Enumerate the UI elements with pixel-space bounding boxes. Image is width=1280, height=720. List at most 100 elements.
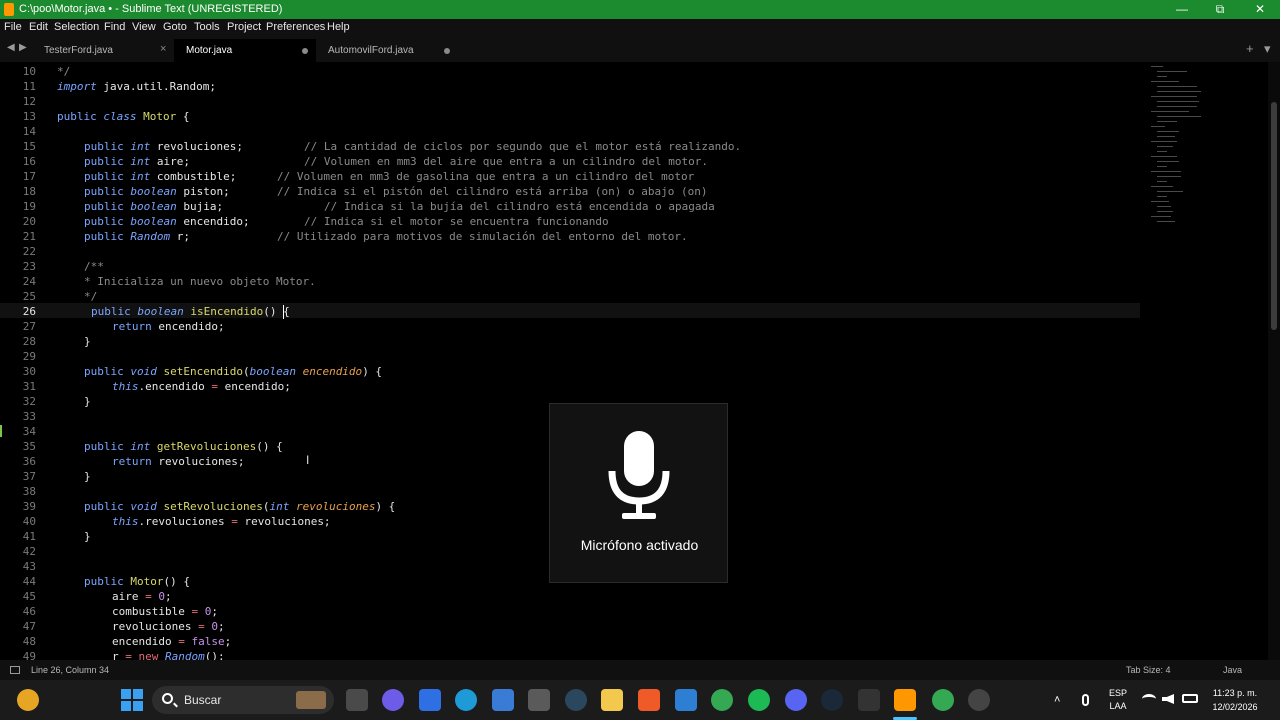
code-line: public boolean piston;: [84, 184, 230, 199]
clock-date[interactable]: 12/02/2026: [1205, 702, 1265, 712]
file-explorer-icon[interactable]: [601, 689, 623, 711]
language-code[interactable]: ESP: [1108, 688, 1128, 698]
discord-icon[interactable]: [785, 689, 807, 711]
tab-size[interactable]: Tab Size: 4: [1126, 665, 1171, 675]
menu-selection[interactable]: Selection: [54, 21, 99, 33]
terminal-icon[interactable]: [858, 689, 880, 711]
brave-icon[interactable]: [638, 689, 660, 711]
function-name: setEncendido: [156, 365, 243, 378]
minimap-line: [1157, 151, 1167, 152]
settings-app-icon[interactable]: [528, 689, 550, 711]
syntax-mode[interactable]: Java: [1223, 665, 1242, 675]
keyword: public: [84, 365, 124, 378]
tab-back-icon[interactable]: ◀: [7, 42, 15, 53]
menu-file[interactable]: File: [4, 21, 22, 33]
keyword: public: [84, 230, 124, 243]
keyword: class: [96, 110, 137, 123]
code-line: public Motor() {: [84, 574, 190, 589]
panel-toggle-icon[interactable]: [10, 666, 20, 674]
spotify-icon[interactable]: [748, 689, 770, 711]
edge-icon[interactable]: [455, 689, 477, 711]
copilot-icon[interactable]: [382, 689, 404, 711]
task-view-icon[interactable]: [346, 689, 368, 711]
store-icon[interactable]: [492, 689, 514, 711]
minimap-line: [1157, 101, 1199, 102]
minimap-line: [1157, 191, 1183, 192]
line-number: 44: [22, 575, 36, 588]
close-window-button[interactable]: ✕: [1240, 0, 1280, 19]
code-text: .revoluciones: [138, 515, 225, 528]
menu-goto[interactable]: Goto: [163, 21, 187, 33]
menu-project[interactable]: Project: [227, 21, 261, 33]
microphone-tray-icon[interactable]: [1082, 694, 1089, 706]
keyword: return: [112, 455, 152, 468]
tab-menu-icon[interactable]: ▾: [1264, 41, 1271, 57]
code-line: encendido = false;: [112, 634, 231, 649]
maximize-button[interactable]: ⧉: [1200, 0, 1240, 19]
line-number: 45: [22, 590, 36, 603]
tab-testerford[interactable]: TesterFord.java ×: [32, 39, 174, 62]
clock-time[interactable]: 11:23 p. m.: [1205, 688, 1265, 698]
keyword: this: [112, 515, 139, 528]
minimize-button[interactable]: —: [1162, 0, 1202, 19]
volume-icon[interactable]: [1162, 694, 1174, 704]
minimap-line: [1157, 176, 1181, 177]
menu-find[interactable]: Find: [104, 21, 125, 33]
tab-forward-icon[interactable]: ▶: [19, 42, 27, 53]
battery-icon[interactable]: [1182, 694, 1198, 703]
code-text: aire;: [150, 155, 190, 168]
language-layout[interactable]: LAA: [1108, 701, 1128, 711]
code-text: piston;: [176, 185, 230, 198]
line-number: 36: [22, 455, 36, 468]
menu-view[interactable]: View: [132, 21, 156, 33]
steam-app-icon[interactable]: [821, 689, 843, 711]
menu-edit[interactable]: Edit: [29, 21, 48, 33]
minimap[interactable]: [1145, 62, 1245, 232]
minimap-line: [1157, 86, 1197, 87]
tray-chevron-icon[interactable]: ˄: [1054, 694, 1060, 706]
chrome-profile-icon[interactable]: [932, 689, 954, 711]
keyword: public: [84, 170, 124, 183]
close-tab-icon[interactable]: ×: [160, 43, 166, 55]
line-number: 21: [22, 230, 36, 243]
line-number: 28: [22, 335, 36, 348]
code-comment: // Indica si el pistón del cilindro está…: [277, 185, 708, 198]
new-tab-icon[interactable]: +: [1246, 41, 1254, 56]
code-text: encendido;: [176, 215, 250, 228]
minimap-line: [1157, 131, 1179, 132]
vertical-scrollbar[interactable]: [1268, 62, 1280, 660]
wifi-icon[interactable]: [1142, 694, 1156, 704]
windows-taskbar: Buscar ˄ ESP LAA 11:23 p. m. 12/02/2026: [0, 680, 1280, 720]
type: int: [130, 140, 151, 153]
code-line: }: [84, 470, 91, 483]
code-line: return encendido;: [112, 319, 225, 334]
type: boolean: [249, 365, 296, 378]
unsaved-dot-icon[interactable]: [302, 48, 308, 54]
chatgpt-icon[interactable]: [968, 689, 990, 711]
chrome-icon[interactable]: [711, 689, 733, 711]
sublime-text-taskbar-icon[interactable]: [894, 689, 916, 711]
keyword: public: [84, 215, 124, 228]
menu-preferences[interactable]: Preferences: [266, 21, 325, 33]
unsaved-dot-icon[interactable]: [444, 48, 450, 54]
tab-automovilford[interactable]: AutomovilFord.java: [316, 39, 458, 62]
menu-help[interactable]: Help: [327, 21, 350, 33]
code-text: () {: [263, 305, 290, 318]
code-line: public int combustible;: [84, 169, 236, 184]
minimap-line: [1151, 186, 1173, 187]
minimap-line: [1151, 81, 1179, 82]
taskbar-search[interactable]: Buscar: [152, 686, 334, 714]
scrollbar-thumb[interactable]: [1271, 102, 1277, 330]
code-text: revoluciones;: [237, 515, 331, 528]
code-text: aire: [112, 590, 139, 603]
pen-app-icon[interactable]: [419, 689, 441, 711]
line-number: 31: [22, 380, 36, 393]
windows-start-icon[interactable]: [121, 689, 143, 711]
steam-icon[interactable]: [565, 689, 587, 711]
tab-motor[interactable]: Motor.java: [174, 39, 316, 62]
vscode-icon[interactable]: [675, 689, 697, 711]
keyword: new: [131, 650, 159, 660]
code-text: ) {: [375, 500, 396, 513]
menu-tools[interactable]: Tools: [194, 21, 220, 33]
weather-widget-icon[interactable]: [17, 689, 39, 711]
